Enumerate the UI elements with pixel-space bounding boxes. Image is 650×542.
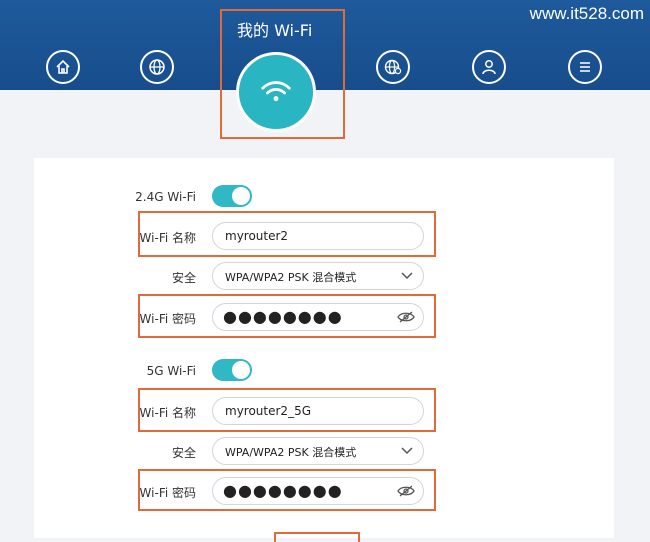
- band24-password-value: ●●●●●●●●: [223, 307, 343, 326]
- eye-slash-icon[interactable]: [397, 310, 415, 324]
- band24-password-input[interactable]: ●●●●●●●●: [212, 303, 424, 331]
- band24-label: 2.4G Wi-Fi: [135, 190, 196, 204]
- chevron-down-icon: [401, 272, 413, 280]
- band24-security-select[interactable]: WPA/WPA2 PSK 混合模式: [212, 262, 424, 290]
- globe-settings-icon[interactable]: [376, 50, 410, 84]
- band24-name-input[interactable]: myrouter2: [212, 222, 424, 250]
- band5-password-label: Wi-Fi 密码: [139, 486, 196, 500]
- band5-password-input[interactable]: ●●●●●●●●: [212, 477, 424, 505]
- band5-security-label: 安全: [171, 446, 196, 460]
- band5-name-input[interactable]: myrouter2_5G: [212, 397, 424, 425]
- band5-name-label: Wi-Fi 名称: [139, 406, 196, 420]
- user-icon[interactable]: [472, 50, 506, 84]
- globe-icon[interactable]: [140, 50, 174, 84]
- band5-label: 5G Wi-Fi: [146, 364, 196, 378]
- band5-security-value: WPA/WPA2 PSK 混合模式: [225, 446, 357, 459]
- band5-password-value: ●●●●●●●●: [223, 481, 343, 500]
- band5-security-select[interactable]: WPA/WPA2 PSK 混合模式: [212, 437, 424, 465]
- toggle-knob: [232, 187, 250, 205]
- band24-name-value: myrouter2: [225, 229, 289, 243]
- eye-slash-icon[interactable]: [397, 484, 415, 498]
- toggle-knob: [232, 361, 250, 379]
- band24-name-label: Wi-Fi 名称: [139, 231, 196, 245]
- highlight-wifi-tab: [220, 9, 345, 139]
- band24-security-value: WPA/WPA2 PSK 混合模式: [225, 271, 357, 284]
- home-icon[interactable]: [46, 50, 80, 84]
- band5-toggle[interactable]: [212, 359, 252, 381]
- band24-toggle[interactable]: [212, 185, 252, 207]
- chevron-down-icon: [401, 447, 413, 455]
- highlight-save-button: [274, 532, 360, 542]
- band5-name-value: myrouter2_5G: [225, 404, 311, 418]
- band24-password-label: Wi-Fi 密码: [139, 312, 196, 326]
- menu-icon[interactable]: [568, 50, 602, 84]
- band24-security-label: 安全: [171, 271, 196, 285]
- watermark: www.it528.com: [529, 4, 644, 23]
